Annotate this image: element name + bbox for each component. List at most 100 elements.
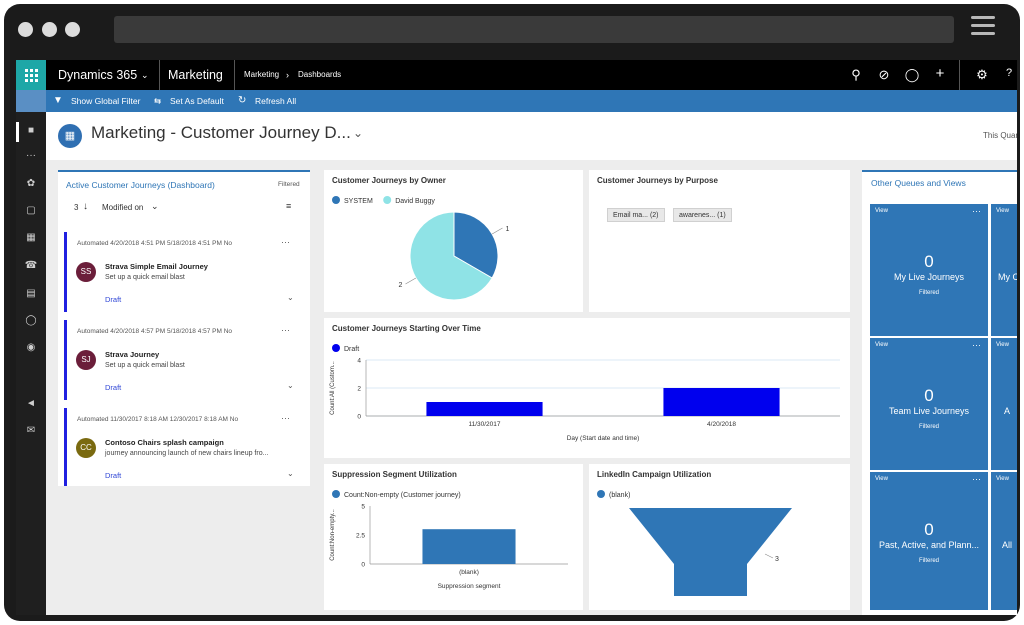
marketing-icon[interactable]: ■	[16, 125, 46, 136]
tile-label: My C	[998, 272, 1017, 282]
help-icon[interactable]: ?	[1001, 67, 1017, 79]
list-item[interactable]: Automated 11/30/2017 8:18 AM 12/30/2017 …	[64, 408, 302, 486]
app-name[interactable]: Dynamics 365	[58, 60, 137, 90]
tile-view-label: View	[875, 342, 888, 348]
item-name[interactable]: Strava Journey	[105, 350, 159, 359]
person-icon[interactable]: ◯	[16, 315, 46, 326]
tile-count: 0	[924, 520, 934, 539]
show-global-filter-button[interactable]: Show Global Filter	[71, 90, 140, 112]
window-maximize-dot[interactable]	[65, 22, 80, 37]
app-launcher-icon[interactable]	[16, 60, 46, 90]
more-icon[interactable]: ···	[972, 474, 981, 484]
avatar: SJ	[76, 350, 96, 370]
window-minimize-dot[interactable]	[42, 22, 57, 37]
chevron-down-icon[interactable]: ⌄	[287, 293, 294, 302]
queue-tile[interactable]: View ··· 0 Team Live Journeys Filtered	[870, 338, 988, 470]
legend-swatch	[332, 490, 340, 498]
breadcrumb-marketing[interactable]: Marketing	[244, 60, 279, 90]
segments-icon[interactable]: ✿	[16, 178, 46, 189]
more-icon[interactable]: ···	[281, 237, 290, 247]
breadcrumb-chevron-icon: ›	[286, 70, 289, 80]
list-item[interactable]: Automated 4/20/2018 4:57 PM 5/18/2018 4:…	[64, 320, 302, 400]
chevron-down-icon[interactable]: ⌄	[141, 60, 149, 90]
list-item[interactable]: Automated 4/20/2018 4:51 PM 5/18/2018 4:…	[64, 232, 302, 312]
browser-menu-icon-bar	[971, 32, 995, 35]
document-icon[interactable]: ▢	[16, 205, 46, 216]
lightbulb-icon[interactable]: ◯	[904, 67, 920, 83]
globe-icon[interactable]: ◉	[16, 342, 46, 353]
dashboard-icon: ▦	[58, 124, 82, 148]
tile-label: My Live Journeys	[893, 272, 965, 282]
queue-tile[interactable]: View My C	[991, 204, 1017, 336]
tile-label: All	[1002, 540, 1013, 550]
queues-panel: Other Queues and Views View ··· 0 My Live…	[862, 170, 1017, 615]
task-flow-icon[interactable]: ⊘	[876, 67, 892, 83]
legend-swatch	[383, 196, 392, 204]
phone-icon[interactable]: ☎	[16, 260, 46, 271]
browser-menu-icon-bar	[971, 24, 995, 27]
tile-view-label: View	[996, 476, 1009, 482]
chevron-down-icon[interactable]: ⌄	[151, 201, 159, 212]
command-bar: ▼ Show Global Filter ⇆ Set As Default ↻ …	[16, 90, 1017, 112]
over-time-bar-chart[interactable]: Draft 0 2 4 11/30/2017 4/20/2018 Day (Start da…	[324, 318, 850, 458]
more-icon[interactable]: ···	[281, 325, 290, 335]
tile-filter: Filtered	[918, 558, 939, 564]
refresh-all-button[interactable]: Refresh All	[255, 90, 296, 112]
sidebar-toggle-icon[interactable]	[16, 90, 46, 112]
browser-menu-icon[interactable]	[971, 16, 995, 19]
tile-label: Team Live Journeys	[888, 406, 970, 416]
chevron-down-icon[interactable]: ⌄	[287, 381, 294, 390]
more-icon[interactable]: ···	[972, 206, 981, 216]
legend-label: David Buggy	[395, 198, 435, 205]
dashboard-header: ▦ Marketing - Customer Journey D... ⌄ Th…	[46, 112, 1017, 160]
purpose-tag[interactable]: Email ma... (2)	[607, 208, 665, 222]
funnel-leader-line	[764, 553, 774, 559]
more-icon[interactable]: ···	[281, 413, 290, 423]
sort-arrow-icon[interactable]: ↓	[83, 201, 88, 212]
queue-tile[interactable]: View ··· 0 Past, Active, and Plann... Fil…	[870, 472, 988, 610]
panel-title[interactable]: Active Customer Journeys (Dashboard)	[66, 180, 215, 190]
area-name[interactable]: Marketing	[168, 60, 223, 90]
view-options-icon[interactable]: ≡	[286, 201, 291, 211]
address-bar[interactable]	[114, 16, 954, 43]
item-name[interactable]: Strava Simple Email Journey	[105, 262, 208, 271]
chevron-down-icon[interactable]: ⌄	[353, 126, 363, 140]
window-close-dot[interactable]	[18, 22, 33, 37]
y-axis-label: Count:All (Custom...	[330, 361, 336, 415]
legend-label: (blank)	[609, 492, 630, 499]
suppression-bar-chart[interactable]: Count:Non-empty (Customer journey) 0 2.5 5 (…	[324, 464, 583, 610]
panel-title[interactable]: Other Queues and Views	[871, 178, 966, 188]
sitemap-rail: ■ ··· ✿ ▢ ▦ ☎ ▤ ◯ ◉ ◄ ✉	[16, 112, 46, 615]
gear-icon[interactable]: ⚙	[974, 67, 990, 83]
megaphone-icon[interactable]: ◄	[16, 398, 46, 409]
set-default-icon: ⇆	[154, 96, 162, 106]
set-as-default-button[interactable]: Set As Default	[170, 90, 224, 112]
breadcrumb-dashboards[interactable]: Dashboards	[298, 60, 341, 90]
tile-view-label: View	[875, 476, 888, 482]
queue-tile[interactable]: View All	[991, 472, 1017, 610]
sort-field[interactable]: Modified on	[102, 203, 143, 212]
y-tick-label: 2	[357, 386, 361, 393]
calendar-icon[interactable]: ▦	[16, 232, 46, 243]
mail-icon[interactable]: ✉	[16, 425, 46, 436]
search-icon[interactable]: ⚲	[848, 67, 864, 83]
more-icon[interactable]: ···	[16, 150, 46, 161]
legend-label: Count:Non-empty (Customer journey)	[344, 492, 461, 499]
queue-tile[interactable]: View A	[991, 338, 1017, 470]
more-icon[interactable]: ···	[972, 340, 981, 350]
app-screen: Dynamics 365 ⌄ Marketing Marketing › Das…	[16, 60, 1017, 615]
item-description: Set up a quick email blast	[105, 362, 185, 369]
chevron-down-icon[interactable]: ⌄	[287, 469, 294, 478]
queue-tile[interactable]: View ··· 0 My Live Journeys Filtered	[870, 204, 988, 336]
owner-pie-chart[interactable]: SYSTEM David Buggy 1 2	[324, 170, 583, 312]
purpose-tag[interactable]: awarenes... (1)	[673, 208, 732, 222]
item-description: Set up a quick email blast	[105, 274, 185, 281]
dashboard-title[interactable]: Marketing - Customer Journey D...	[91, 123, 351, 143]
data-label: 2	[399, 282, 403, 289]
period-selector[interactable]: This Quar	[983, 131, 1017, 140]
bar	[663, 388, 780, 416]
item-name[interactable]: Contoso Chairs splash campaign	[105, 438, 224, 447]
contacts-icon[interactable]: ▤	[16, 288, 46, 299]
add-icon[interactable]: +	[932, 65, 948, 82]
linkedin-funnel-chart[interactable]: (blank) 3	[589, 464, 850, 610]
